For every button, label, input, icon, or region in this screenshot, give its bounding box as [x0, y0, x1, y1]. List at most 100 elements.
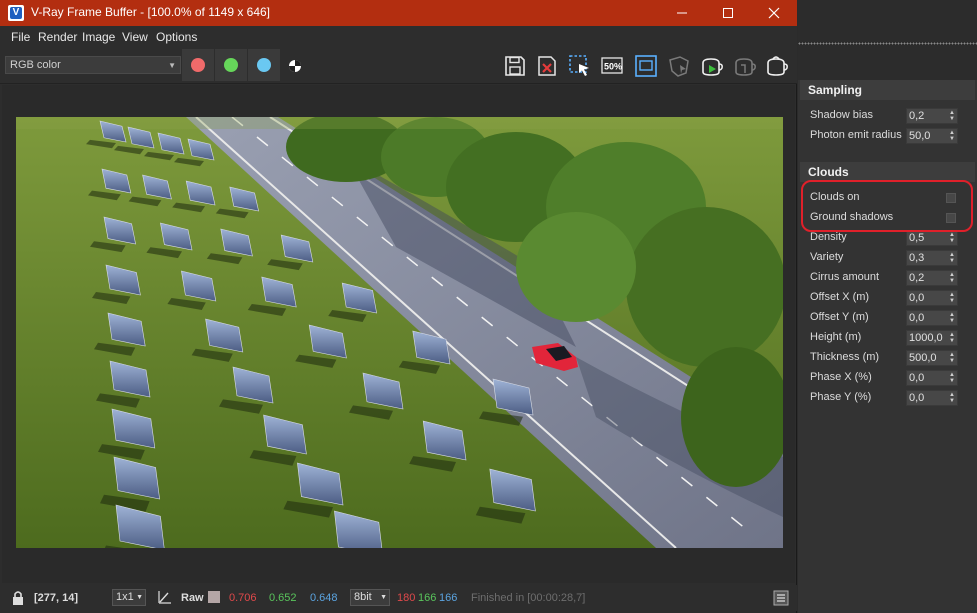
thickness-value: 500,0 [909, 352, 937, 364]
shadow-bias-value: 0,2 [909, 110, 925, 122]
spinner-arrows-icon: ▲ ▼ [949, 272, 955, 284]
height-value: 1000,0 [909, 332, 943, 344]
annotation-highlight [801, 180, 973, 232]
show-corrections-button[interactable] [633, 53, 659, 79]
blue-channel-button[interactable] [248, 49, 280, 81]
show-corrections-icon [635, 55, 657, 77]
minimize-icon [677, 12, 687, 14]
cirrus-amount-spinner[interactable]: 0,2 ▲ ▼ [906, 270, 958, 286]
thickness-spinner[interactable]: 500,0 ▲ ▼ [906, 350, 958, 366]
clouds-rollout[interactable]: Clouds [800, 162, 975, 182]
spinner-arrows-icon: ▲ ▼ [949, 292, 955, 304]
green-channel-icon [224, 58, 238, 72]
maximize-button[interactable] [705, 0, 751, 26]
density-label: Density [810, 231, 847, 243]
title-bar[interactable]: V V-Ray Frame Buffer - [100.0% of 1149 x… [0, 0, 797, 26]
follow-mouse-button[interactable]: 50% [600, 53, 626, 79]
shadow-bias-spinner[interactable]: 0,2 ▲ ▼ [906, 108, 958, 124]
offset-x-spinner[interactable]: 0,0 ▲ ▼ [906, 290, 958, 306]
render-last-button[interactable] [763, 53, 789, 79]
render-view[interactable] [2, 85, 795, 583]
minimize-button[interactable] [659, 0, 705, 26]
menu-view[interactable]: View [122, 30, 148, 44]
spinner-arrows-icon: ▲ ▼ [949, 110, 955, 122]
zoom-dropdown-value: 1x1 [116, 591, 134, 603]
window-title: V-Ray Frame Buffer - [100.0% of 1149 x 6… [31, 5, 271, 19]
blue-8bit-value: 166 [439, 592, 458, 604]
red-value: 0.706 [229, 592, 257, 604]
bitdepth-dropdown-value: 8bit [354, 591, 372, 603]
color-picker-icon[interactable] [157, 589, 173, 605]
sampling-rollout[interactable]: Sampling [800, 80, 975, 100]
menu-bar: File Render Image View Options [0, 26, 797, 48]
phase-y-value: 0,0 [909, 392, 925, 404]
interactive-render-button[interactable] [731, 53, 757, 79]
height-spinner[interactable]: 1000,0 ▲ ▼ [906, 330, 958, 346]
pixel-color-swatch [208, 591, 220, 603]
menu-image[interactable]: Image [82, 30, 115, 44]
vray-frame-buffer-window: V V-Ray Frame Buffer - [100.0% of 1149 x… [0, 0, 797, 613]
offset-y-spinner[interactable]: 0,0 ▲ ▼ [906, 310, 958, 326]
density-spinner[interactable]: 0,5 ▲ ▼ [906, 230, 958, 246]
density-value: 0,5 [909, 232, 925, 244]
photon-emit-radius-value: 50,0 [909, 130, 931, 142]
zoom-dropdown[interactable]: 1x1 ▼ [112, 589, 146, 606]
phase-x-spinner[interactable]: 0,0 ▲ ▼ [906, 370, 958, 386]
settings-panel: Sampling Shadow bias 0,2 ▲ ▼ Photon emit … [798, 0, 977, 613]
lock-icon[interactable] [11, 590, 25, 606]
track-mouse-icon [669, 56, 689, 77]
toolbar: RGB color ▼ 50% [0, 48, 797, 84]
offset-x-label: Offset X (m) [810, 291, 870, 303]
interactive-render-icon [735, 58, 756, 76]
red-channel-button[interactable] [182, 49, 214, 81]
rendered-scene [16, 117, 783, 548]
region-render-button[interactable] [567, 53, 593, 79]
app-root: V V-Ray Frame Buffer - [100.0% of 1149 x… [0, 0, 977, 613]
history-icon[interactable] [773, 590, 789, 606]
maximize-icon [723, 8, 733, 18]
cirrus-amount-label: Cirrus amount [810, 271, 880, 283]
chevron-down-icon: ▼ [136, 594, 143, 601]
phase-y-spinner[interactable]: 0,0 ▲ ▼ [906, 390, 958, 406]
panel-drag-handle[interactable] [798, 42, 977, 45]
chevron-down-icon: ▼ [380, 594, 387, 601]
clear-image-button[interactable] [534, 53, 560, 79]
region-render-icon [569, 55, 589, 76]
sampling-title: Sampling [808, 83, 863, 97]
close-button[interactable] [751, 0, 797, 26]
region-percent-label: 50% [604, 62, 622, 72]
red-channel-icon [191, 58, 205, 72]
channel-dropdown[interactable]: RGB color ▼ [5, 56, 181, 74]
blue-value: 0.648 [310, 592, 338, 604]
clouds-title: Clouds [808, 165, 849, 179]
follow-mouse-icon: 50% [601, 57, 623, 74]
cirrus-amount-value: 0,2 [909, 272, 925, 284]
spinner-arrows-icon: ▲ ▼ [949, 352, 955, 364]
save-image-button[interactable] [502, 53, 528, 79]
spinner-arrows-icon: ▲ ▼ [949, 332, 955, 344]
status-bar: [277, 14] 1x1 ▼ Raw 0.706 0.652 0.648 8b… [0, 585, 797, 611]
alpha-channel-button[interactable] [282, 53, 308, 79]
spinner-arrows-icon: ▲ ▼ [949, 372, 955, 384]
offset-x-value: 0,0 [909, 292, 925, 304]
phase-y-label: Phase Y (%) [810, 391, 872, 403]
track-mouse-button[interactable] [666, 53, 692, 79]
rendered-image[interactable] [16, 117, 783, 548]
phase-x-label: Phase X (%) [810, 371, 872, 383]
render-icon [702, 58, 723, 76]
spinner-arrows-icon: ▲ ▼ [949, 252, 955, 264]
phase-x-value: 0,0 [909, 372, 925, 384]
spinner-arrows-icon: ▲ ▼ [949, 232, 955, 244]
render-button[interactable] [698, 53, 724, 79]
green-8bit-value: 166 [418, 592, 437, 604]
menu-file[interactable]: File [11, 30, 30, 44]
menu-options[interactable]: Options [156, 30, 197, 44]
variety-spinner[interactable]: 0,3 ▲ ▼ [906, 250, 958, 266]
menu-render[interactable]: Render [38, 30, 77, 44]
green-channel-button[interactable] [215, 49, 247, 81]
bitdepth-dropdown[interactable]: 8bit ▼ [350, 589, 390, 606]
spinner-arrows-icon: ▲ ▼ [949, 130, 955, 142]
channel-dropdown-value: RGB color [10, 59, 61, 71]
photon-emit-radius-label: Photon emit radius [810, 129, 902, 141]
photon-emit-radius-spinner[interactable]: 50,0 ▲ ▼ [906, 128, 958, 144]
